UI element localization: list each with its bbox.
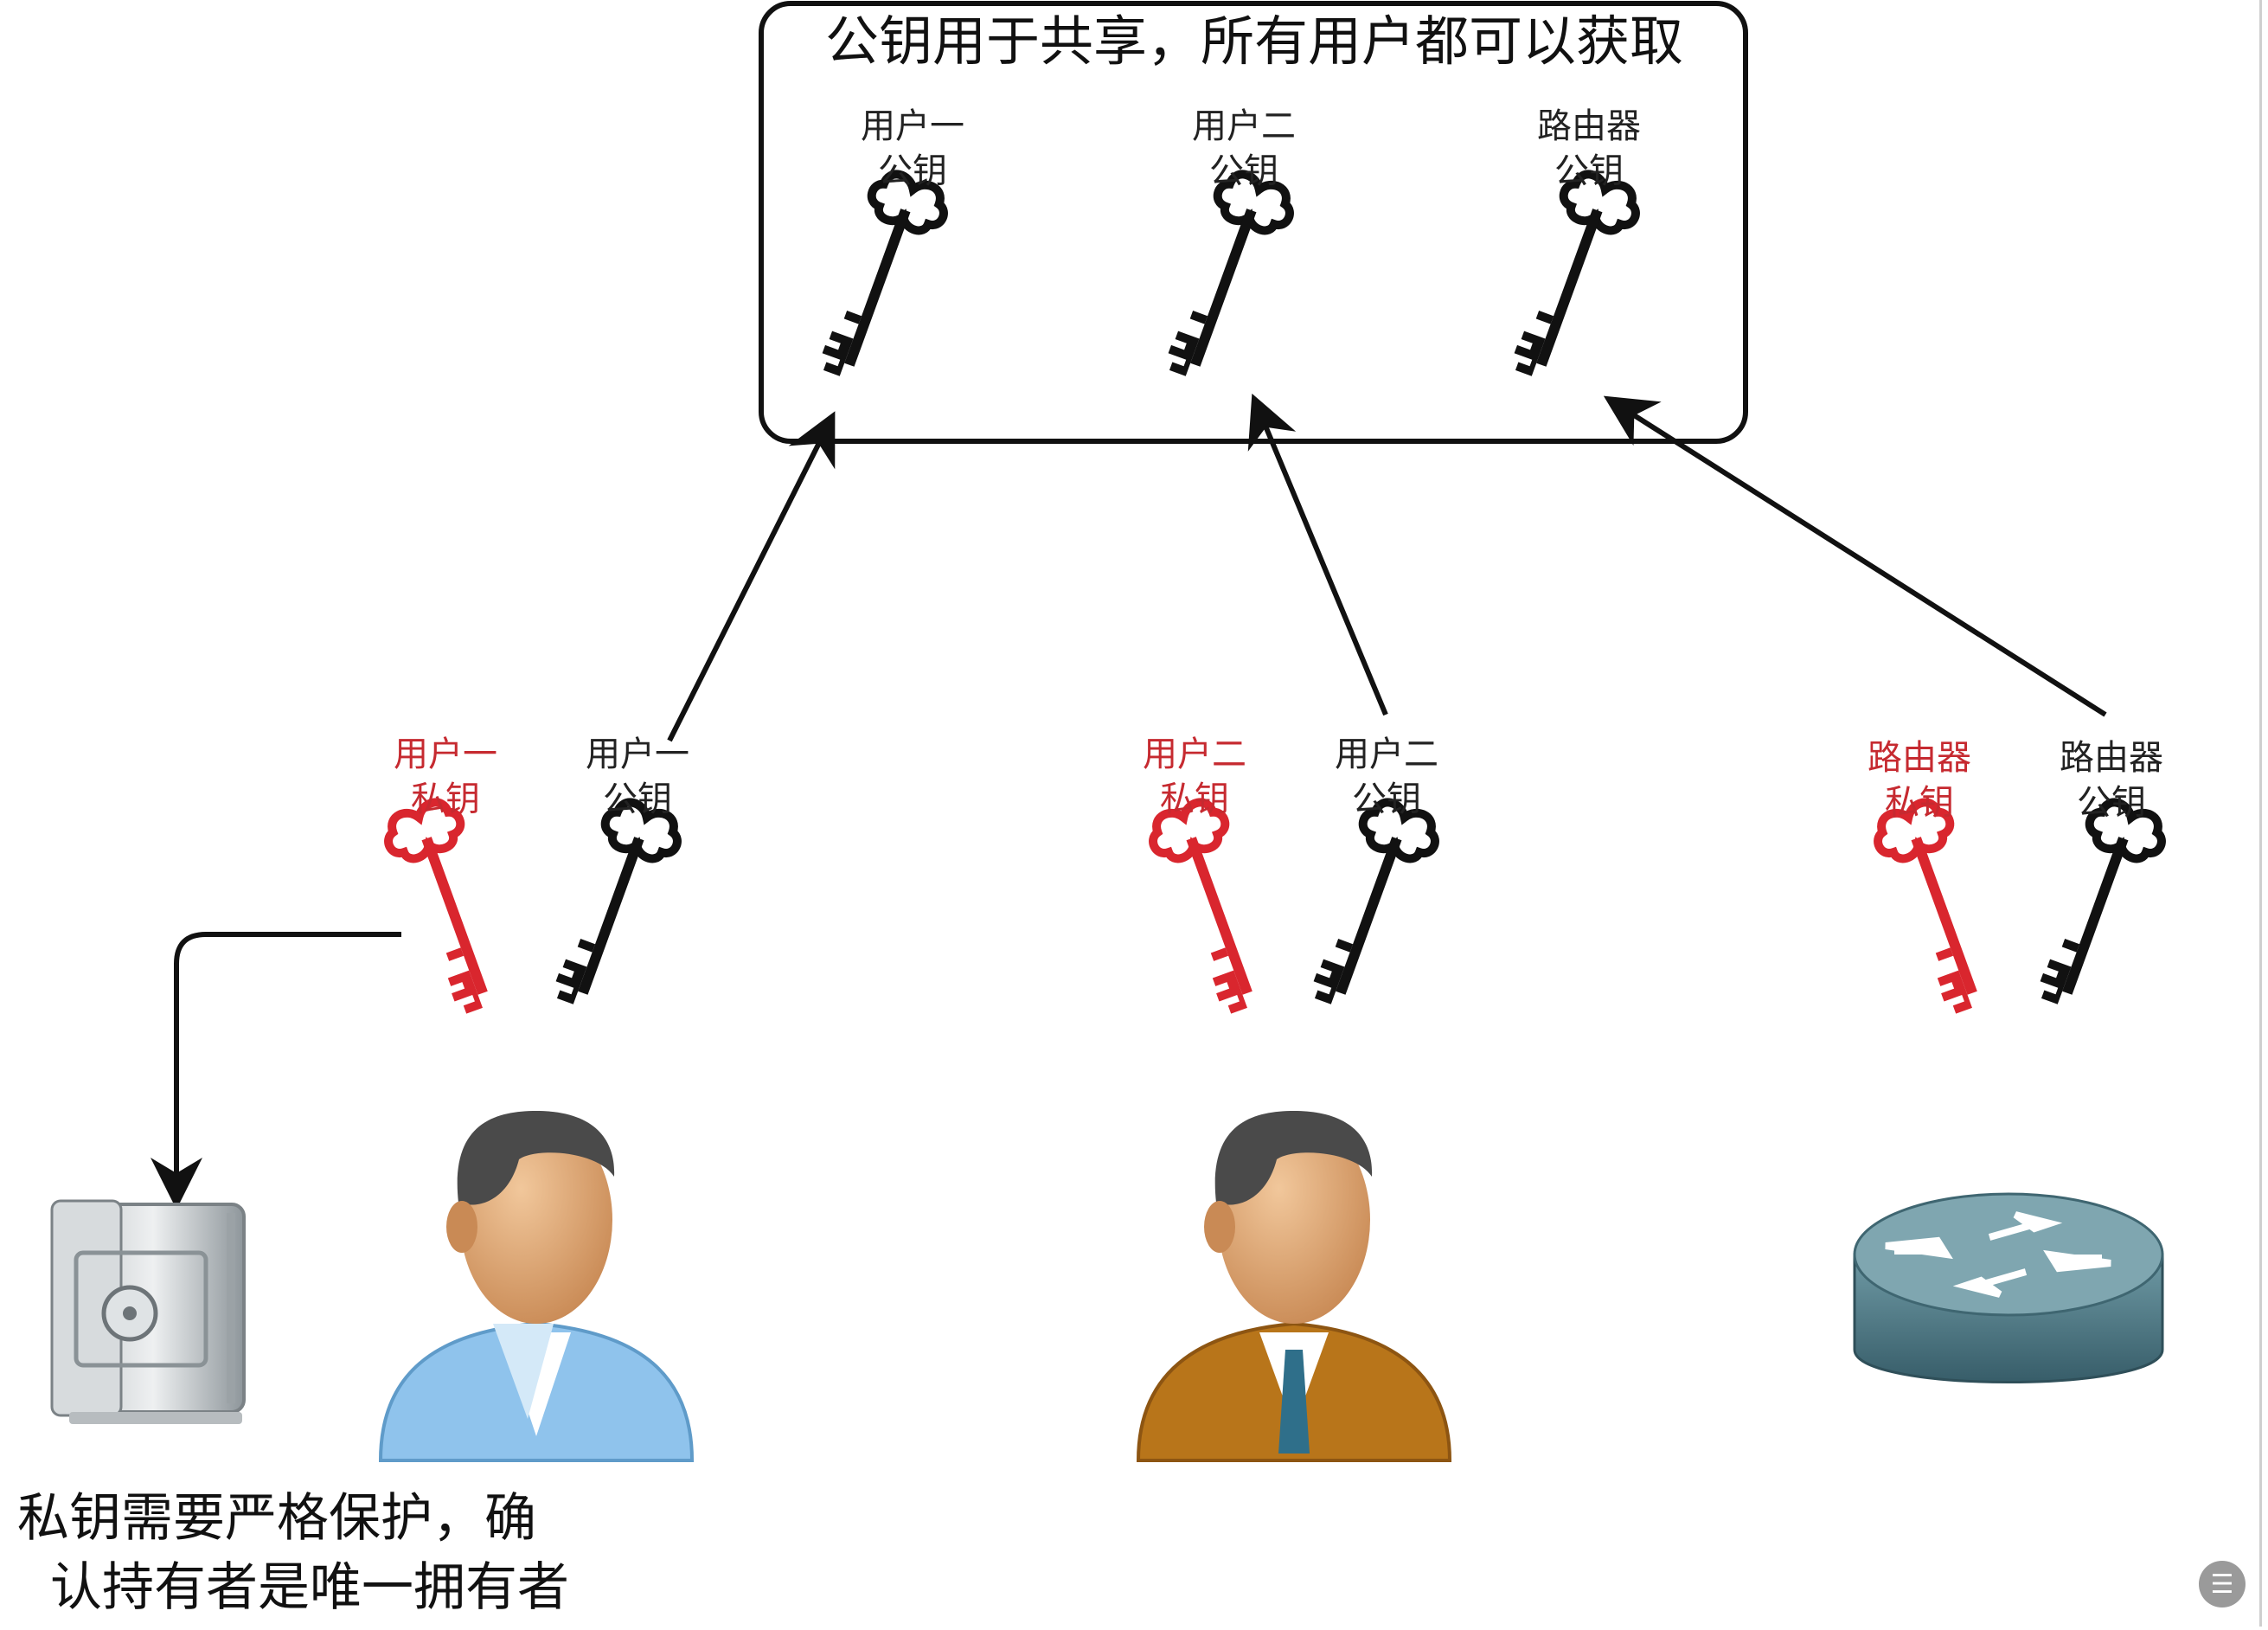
shared-user-one-public-key-icon [810, 168, 951, 391]
arrow-router-public-to-pool [1603, 395, 2107, 717]
user-two-private-key-icon [1145, 796, 1287, 1019]
arrow-private-key-to-safe [151, 932, 401, 1210]
shared-router-public-key-icon [1502, 168, 1643, 391]
public-key-pool-title: 公钥用于共享，所有用户都可以获取 [824, 10, 1683, 73]
right-edge-divider [2259, 0, 2262, 1627]
router-public-key-icon [2028, 796, 2169, 1019]
user-one-private-key-icon [381, 796, 522, 1019]
arrow-user-one-public-to-pool [667, 411, 836, 742]
router-private-key-icon [1870, 796, 2012, 1019]
user-two-private-key-label: 用户二 私钥 [1143, 735, 1246, 819]
user-two-public-key-label: 用户二 公钥 [1335, 735, 1438, 819]
shared-router-public-key-label: 路由器 公钥 [1537, 106, 1641, 191]
router-icon [1853, 1192, 2164, 1383]
shared-user-two-public-key-label: 用户二 公钥 [1192, 106, 1296, 191]
router-private-key-label: 路由器 私钥 [1868, 738, 1971, 823]
arrow-user-two-public-to-pool [1247, 393, 1388, 716]
router-public-key-label: 路由器 公钥 [2060, 738, 2163, 823]
user-one-public-key-icon [543, 796, 685, 1019]
corner-menu-button[interactable]: ☰ [2199, 1561, 2246, 1608]
user-one-private-key-label: 用户一 私钥 [394, 735, 497, 819]
diagram: 公钥用于共享，所有用户都可以获取 用户一 公钥 用户二 公钥 路由器 公钥 用户一 私钥… [0, 0, 2268, 1627]
user-brown-icon [1136, 1111, 1452, 1462]
safe-icon [50, 1199, 246, 1424]
user-blue-icon [378, 1111, 695, 1462]
shared-user-one-public-key-label: 用户一 公钥 [861, 106, 964, 191]
user-one-public-key-label: 用户一 公钥 [586, 735, 689, 819]
list-icon: ☰ [2210, 1569, 2234, 1600]
private-key-note: 私钥需要严格保护，确 认持有者是唯一拥有者 [17, 1488, 569, 1618]
user-two-public-key-icon [1301, 796, 1443, 1019]
shared-user-two-public-key-icon [1156, 168, 1297, 391]
